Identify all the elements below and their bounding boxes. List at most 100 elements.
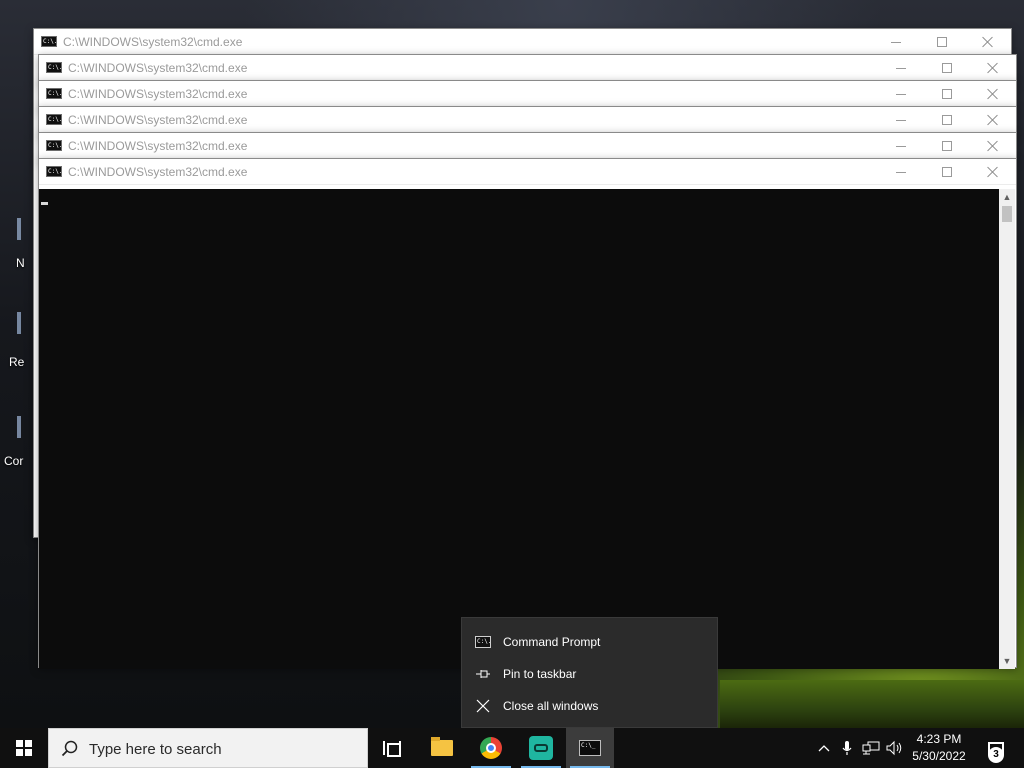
- close-icon: [475, 699, 491, 712]
- notification-count-badge: 3: [988, 747, 1004, 763]
- scroll-down-icon[interactable]: ▼: [999, 653, 1015, 669]
- clock-time: 4:23 PM: [916, 732, 962, 746]
- cmd-icon: C:\.: [46, 114, 62, 125]
- close-button[interactable]: [965, 29, 1011, 55]
- taskbar: Type here to search C:\_ 4:23 PM 5/30/20…: [0, 728, 1024, 768]
- show-hidden-icons-button[interactable]: [812, 728, 836, 768]
- jumplist-item-pin[interactable]: Pin to taskbar: [462, 658, 717, 690]
- maximize-button[interactable]: [919, 29, 965, 55]
- task-view-button[interactable]: [368, 728, 416, 768]
- desktop-icon[interactable]: [17, 312, 21, 334]
- network-icon: [862, 741, 880, 755]
- cmd-icon: C:\.: [475, 635, 491, 648]
- desktop-icon-label: N: [16, 256, 25, 270]
- jumplist-item-close-all[interactable]: Close all windows: [462, 690, 717, 722]
- desktop-icon[interactable]: [17, 416, 21, 438]
- wallpaper-grass: [720, 680, 1024, 728]
- maximize-button[interactable]: [924, 55, 970, 81]
- microphone-button[interactable]: [835, 728, 859, 768]
- volume-icon: [886, 740, 902, 756]
- maximize-icon: [942, 115, 952, 125]
- jumplist-item-label: Command Prompt: [503, 635, 601, 649]
- desktop-icon-label: Re: [9, 355, 25, 369]
- minimize-icon: [896, 67, 906, 69]
- file-explorer-button[interactable]: [418, 728, 466, 768]
- console-area[interactable]: [39, 189, 999, 669]
- file-explorer-icon: [431, 737, 453, 756]
- minimize-button[interactable]: [878, 55, 924, 81]
- title-bar[interactable]: C:\. C:\WINDOWS\system32\cmd.exe: [34, 29, 1011, 55]
- chrome-button[interactable]: [467, 728, 515, 768]
- close-button[interactable]: [970, 81, 1016, 107]
- command-prompt-taskbar-button[interactable]: C:\_: [566, 728, 614, 768]
- network-button[interactable]: [859, 728, 883, 768]
- microphone-icon: [842, 741, 852, 755]
- minimize-button[interactable]: [873, 29, 919, 55]
- title-bar[interactable]: C:\. C:\WINDOWS\system32\cmd.exe: [39, 107, 1016, 133]
- close-icon: [987, 166, 999, 178]
- minimize-button[interactable]: [878, 159, 924, 185]
- close-icon: [987, 140, 999, 152]
- jumplist-item-command-prompt[interactable]: C:\. Command Prompt: [462, 626, 717, 658]
- system-clock[interactable]: 4:23 PM 5/30/2022: [908, 731, 970, 765]
- cmd-icon: C:\.: [41, 36, 57, 47]
- desktop-icon[interactable]: [17, 218, 21, 240]
- taskbar-jump-list: C:\. Command Prompt Pin to taskbar Close…: [461, 617, 718, 728]
- maximize-icon: [942, 167, 952, 177]
- title-bar[interactable]: C:\. C:\WINDOWS\system32\cmd.exe: [39, 81, 1016, 107]
- maximize-button[interactable]: [924, 107, 970, 133]
- title-bar[interactable]: C:\. C:\WINDOWS\system32\cmd.exe: [39, 133, 1016, 159]
- maximize-icon: [942, 63, 952, 73]
- search-placeholder: Type here to search: [89, 741, 222, 758]
- maximize-button[interactable]: [924, 81, 970, 107]
- start-button[interactable]: [0, 728, 48, 768]
- cmd-icon: C:\.: [46, 88, 62, 99]
- maximize-button[interactable]: [924, 159, 970, 185]
- teal-app-button[interactable]: [517, 728, 565, 768]
- cmd-icon: C:\.: [46, 166, 62, 177]
- window-title: C:\WINDOWS\system32\cmd.exe: [68, 139, 248, 153]
- search-box[interactable]: Type here to search: [48, 728, 368, 768]
- windows-logo-icon: [16, 740, 32, 756]
- scroll-thumb[interactable]: [1002, 206, 1012, 222]
- cmd-icon: C:\.: [46, 62, 62, 73]
- minimize-icon: [896, 145, 906, 147]
- jumplist-item-label: Close all windows: [503, 699, 599, 713]
- text-cursor: [41, 202, 48, 205]
- close-icon: [982, 36, 994, 48]
- close-button[interactable]: [970, 133, 1016, 159]
- volume-button[interactable]: [883, 728, 907, 768]
- close-button[interactable]: [970, 159, 1016, 185]
- close-icon: [987, 88, 999, 100]
- teal-app-icon: [529, 736, 553, 760]
- close-button[interactable]: [970, 55, 1016, 81]
- maximize-icon: [942, 89, 952, 99]
- vertical-scrollbar[interactable]: ▲ ▼: [999, 189, 1015, 669]
- minimize-button[interactable]: [878, 107, 924, 133]
- window-title: C:\WINDOWS\system32\cmd.exe: [68, 61, 248, 75]
- minimize-icon: [891, 41, 901, 43]
- title-bar[interactable]: C:\. C:\WINDOWS\system32\cmd.exe: [39, 159, 1016, 185]
- minimize-icon: [896, 119, 906, 121]
- search-icon: [61, 740, 78, 757]
- maximize-button[interactable]: [924, 133, 970, 159]
- cmd-window-active[interactable]: C:\. C:\WINDOWS\system32\cmd.exe ▲ ▼: [38, 158, 1017, 669]
- maximize-icon: [937, 37, 947, 47]
- window-title: C:\WINDOWS\system32\cmd.exe: [63, 35, 243, 49]
- cmd-icon: C:\.: [46, 140, 62, 151]
- minimize-button[interactable]: [878, 133, 924, 159]
- maximize-icon: [942, 141, 952, 151]
- task-view-icon: [383, 741, 401, 757]
- clock-date: 5/30/2022: [912, 749, 966, 763]
- close-icon: [987, 114, 999, 126]
- minimize-button[interactable]: [878, 81, 924, 107]
- desktop-icon-label: Cor: [4, 454, 24, 468]
- scroll-up-icon[interactable]: ▲: [999, 189, 1015, 205]
- chrome-icon: [480, 737, 502, 759]
- title-bar[interactable]: C:\. C:\WINDOWS\system32\cmd.exe: [39, 55, 1016, 81]
- window-title: C:\WINDOWS\system32\cmd.exe: [68, 165, 248, 179]
- close-icon: [987, 62, 999, 74]
- close-button[interactable]: [970, 107, 1016, 133]
- minimize-icon: [896, 93, 906, 95]
- jumplist-item-label: Pin to taskbar: [503, 667, 577, 681]
